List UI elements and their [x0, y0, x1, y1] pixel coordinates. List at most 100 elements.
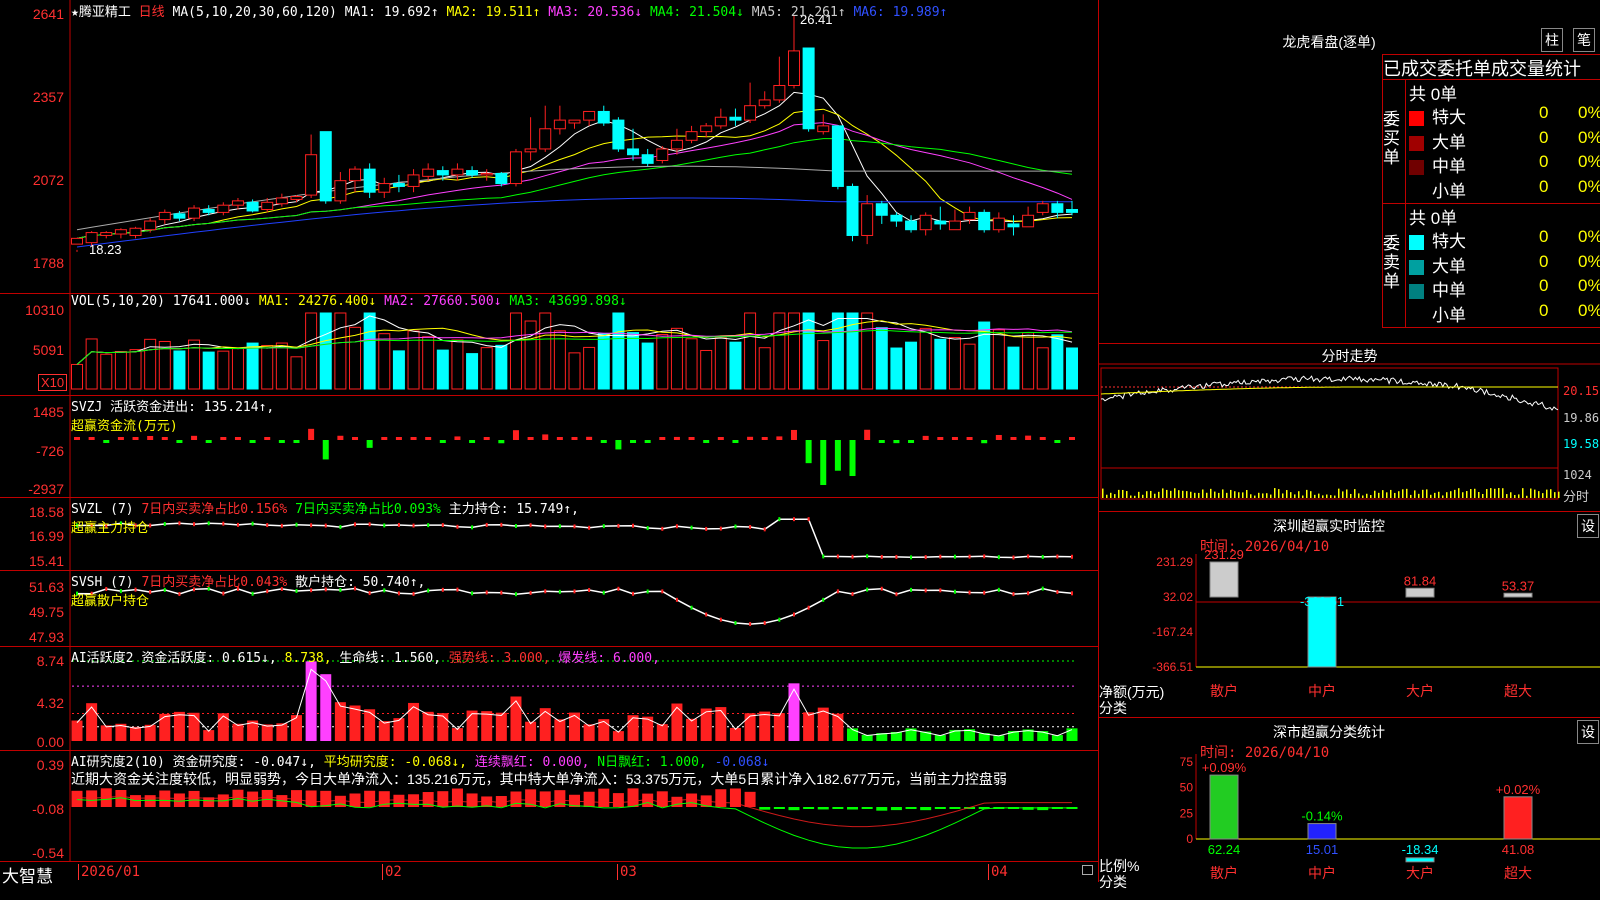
tick-mark: [544, 589, 547, 594]
candle: [992, 217, 1005, 231]
intraday-volume-bar: [1366, 493, 1368, 498]
intraday-volume-bar: [1310, 491, 1312, 498]
ai2-pane[interactable]: 0.39 -0.08 -0.54 AI研究度2(10) 资金研究度: -0.04…: [0, 751, 1098, 862]
tick-mark: [880, 554, 883, 559]
intraday-volume-bar: [1334, 495, 1336, 498]
ai2-ytick: -0.08: [32, 801, 64, 817]
candle: [934, 220, 947, 225]
volume-bar: [275, 342, 288, 390]
volume-bar: [831, 312, 844, 390]
candle: [905, 220, 918, 231]
tick-mark: [1041, 554, 1044, 559]
intraday-chart[interactable]: [1099, 344, 1600, 511]
price-frame: [1100, 367, 1559, 469]
buy-row: 特大: [1409, 103, 1466, 127]
activity-bar: [803, 712, 815, 741]
tick-mark: [866, 587, 869, 592]
intraday-ytick: 20.15: [1563, 384, 1600, 398]
bar-mode-button[interactable]: 柱: [1541, 28, 1563, 52]
tick-mark: [997, 587, 1000, 592]
sell-row-label: 特大: [1432, 232, 1466, 251]
activity-bar: [71, 720, 83, 741]
intraday-volume-bar: [1218, 492, 1220, 498]
intraday-panel[interactable]: 分时走势 20.15 19.86 19.58 1024 分时: [1099, 344, 1600, 512]
intraday-volume-bar: [1522, 488, 1524, 498]
brand-logo: 大智慧: [2, 867, 53, 886]
svsh-pane[interactable]: 51.63 49.75 47.93 SVSH (7) 7日内买卖净占比0.043…: [0, 571, 1098, 647]
ai1-ytick: 8.74: [36, 653, 64, 669]
candle: [231, 200, 244, 206]
intraday-volume-bar: [1486, 489, 1488, 498]
activity-bar: [437, 713, 449, 741]
flow-bar: [425, 437, 432, 440]
flow-bar: [512, 430, 519, 440]
research-bar: [934, 807, 946, 809]
monitor-bar-chart[interactable]: 231.29 32.02 -167.24 -366.51 231.29 散户 -366.51…: [1099, 512, 1600, 717]
candle: [246, 201, 259, 212]
volume-bar: [100, 353, 113, 390]
flow-bar: [483, 437, 490, 440]
kline-chart[interactable]: 26.4118.23: [0, 0, 1098, 293]
intraday-volume-bar: [1226, 492, 1228, 498]
activity-bar: [656, 724, 668, 741]
flow-bar: [644, 440, 651, 443]
research-bar: [656, 791, 668, 807]
intraday-volume-bar: [1318, 493, 1320, 498]
flow-bar: [673, 436, 680, 440]
tick-mark: [427, 588, 430, 593]
buy-row-label: 特大: [1432, 108, 1466, 127]
monitor-panel[interactable]: 深圳超赢实时监控 设 时间: 2026/04/10 231.29 32.02 -16…: [1099, 512, 1600, 718]
svzj-value: 活跃资金进出: 135.214↑,: [110, 400, 275, 415]
activity-bar: [232, 723, 244, 741]
ai1-ytick: 4.32: [36, 695, 64, 711]
research-bar: [86, 790, 98, 807]
tick-mark: [807, 605, 810, 610]
sell-row: 大单: [1409, 252, 1466, 276]
color-swatch: [1409, 135, 1424, 151]
category-bar: [1209, 774, 1239, 840]
tick-mark: [778, 617, 781, 622]
lock-icon[interactable]: [1082, 865, 1093, 875]
tick-mark: [705, 526, 708, 531]
intraday-volume-bar: [1394, 492, 1396, 498]
candle: [553, 119, 566, 130]
tick-mark: [953, 554, 956, 559]
research-bar: [349, 793, 361, 807]
intraday-volume-bar: [1246, 490, 1248, 498]
tick-mark: [895, 592, 898, 597]
svzj-sub: 超赢资金流(万元): [71, 419, 178, 434]
flow-bar: [659, 437, 666, 440]
value-label: +0.02%: [1496, 782, 1541, 797]
volume-chart[interactable]: [0, 294, 1098, 395]
candle: [495, 172, 508, 185]
vol-pane[interactable]: 10310 5091 X10 VOL(5,10,20) 17641.000↓ M…: [0, 294, 1098, 396]
tick-mark: [558, 589, 561, 594]
intraday-volume-bar: [1190, 491, 1192, 498]
tick-mark: [661, 589, 664, 594]
candle: [392, 183, 405, 187]
stock-name[interactable]: ★腾亚精工: [71, 5, 131, 20]
activity-bar: [554, 719, 566, 741]
ai1-ytick: 0.00: [36, 734, 64, 750]
intraday-volume-bar: [1194, 492, 1196, 498]
pen-mode-button[interactable]: 笔: [1573, 28, 1595, 52]
classify-panel[interactable]: 深市超赢分类统计 设 时间: 2026/04/10 75 50 25 0 +0.09% 散…: [1099, 718, 1600, 900]
kline-pane[interactable]: 26.41 18.23 2641 2357 2072 1788 ★腾亚精工 日线 …: [0, 0, 1098, 294]
ai1-pane[interactable]: 8.74 4.32 0.00 AI活跃度2 资金活跃度: 0.615↓, 8.7…: [0, 647, 1098, 751]
activity-bar: [349, 705, 361, 741]
candle: [773, 85, 786, 101]
svzl-pane[interactable]: 18.58 16.99 15.41 SVZL (7) 7日内买卖净占比0.156…: [0, 498, 1098, 571]
research-bar: [803, 807, 815, 809]
svsh-label: SVSH (7): [71, 575, 134, 590]
intraday-volume-bar: [1510, 492, 1512, 498]
flow-bar: [981, 440, 988, 444]
research-bar: [627, 788, 639, 807]
flow-bar: [74, 437, 80, 440]
svzj-pane[interactable]: 1485 -726 -2937 SVZJ 活跃资金进出: 135.214↑, 超…: [0, 396, 1098, 498]
period-label[interactable]: 日线: [139, 5, 165, 20]
classify-bar-chart[interactable]: 75 50 25 0 +0.09% 散户 -0.14% 中户 大户 +0.02% 超大 62.24 15…: [1099, 718, 1600, 900]
intraday-volume-bar: [1126, 491, 1128, 498]
sell-divider: [1405, 203, 1406, 327]
flow-bar: [571, 437, 578, 440]
tick-mark: [1012, 555, 1015, 560]
